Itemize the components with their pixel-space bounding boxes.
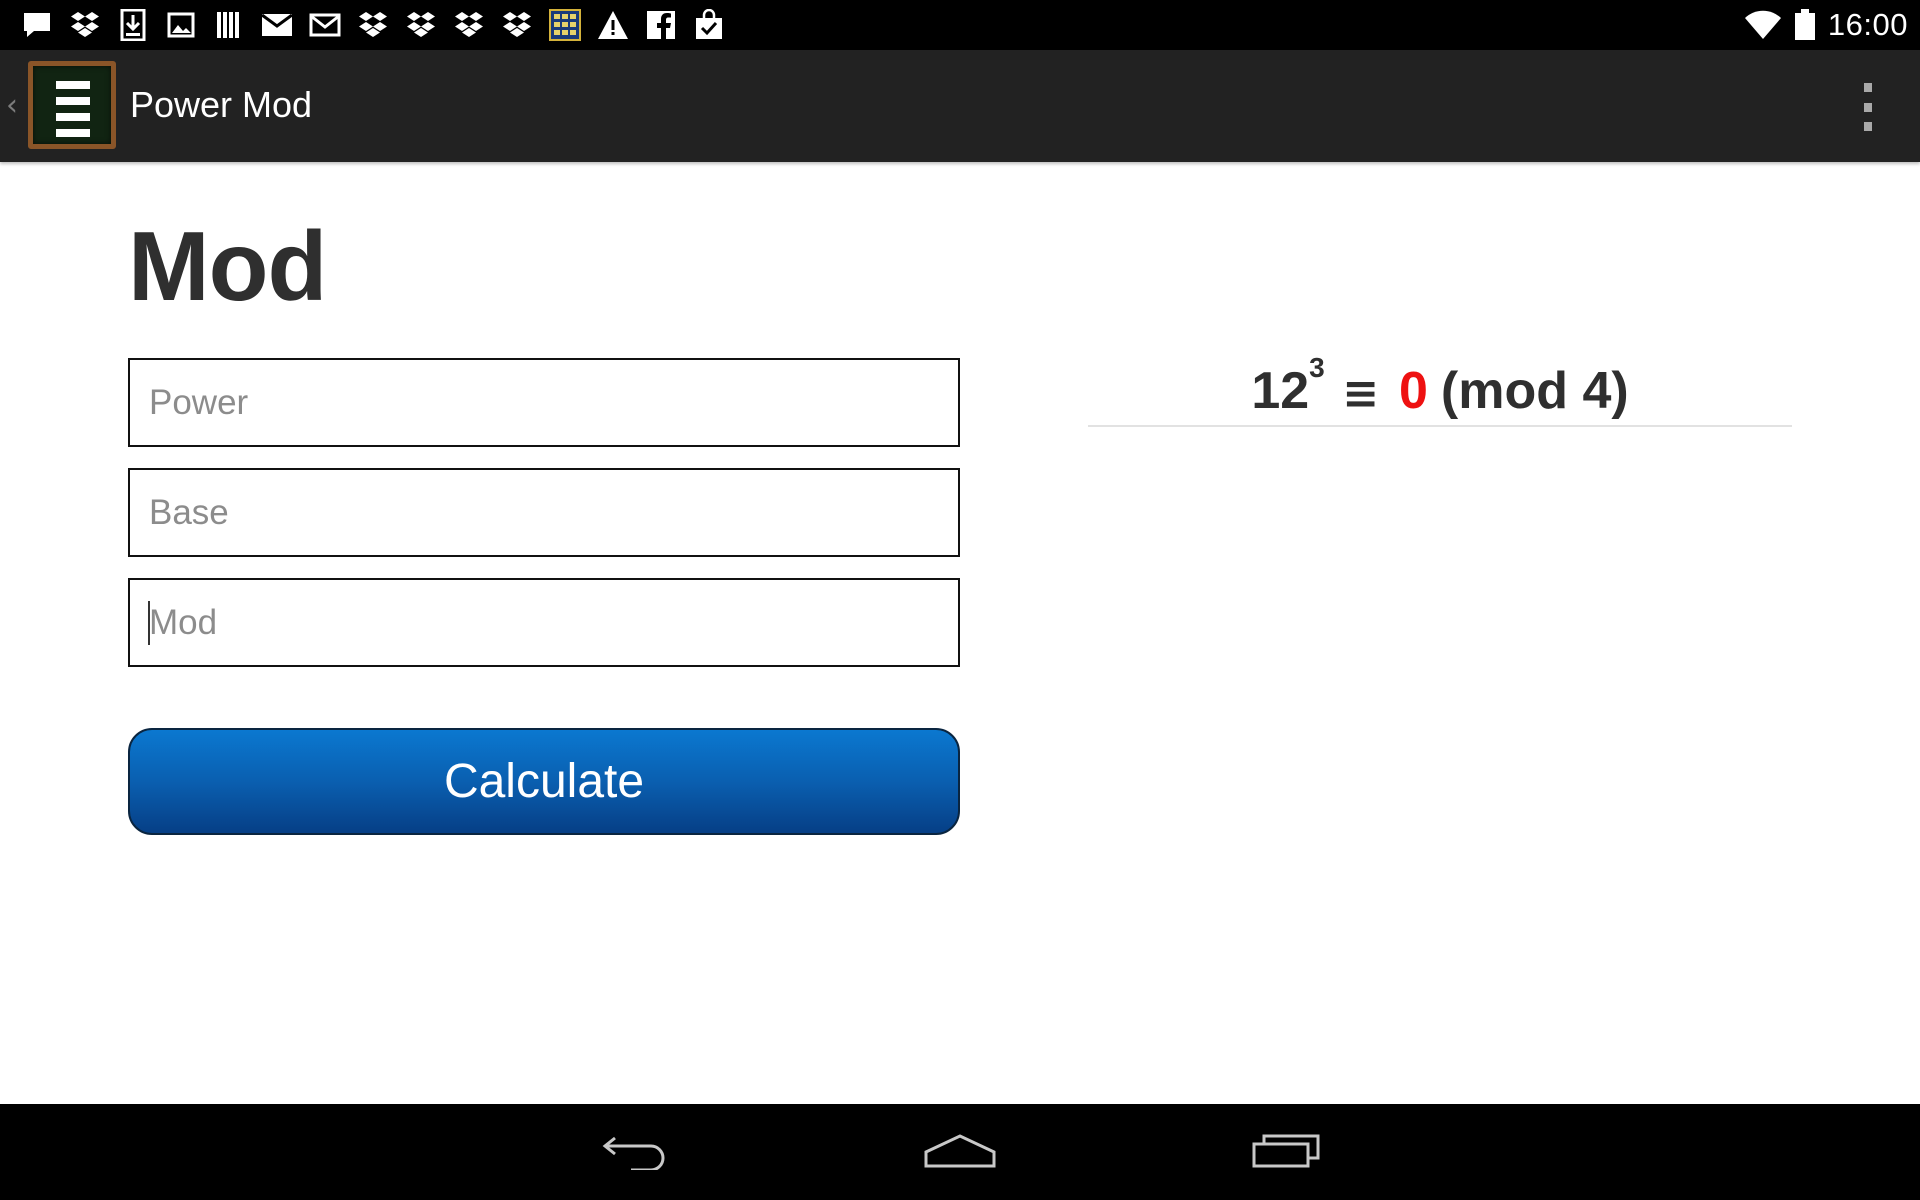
facebook-icon [644,9,678,41]
notification-icons [20,9,740,41]
power-input[interactable] [128,358,960,447]
library-icon [212,9,246,41]
up-caret-icon[interactable]: ‹ [6,88,18,124]
clock: 16:00 [1827,7,1908,42]
result-exponent: 3 [1309,352,1325,383]
mail-icon [260,9,294,41]
page-title: Mod [128,211,327,321]
base-input[interactable] [128,468,960,557]
app-grid-icon [548,9,582,41]
navigation-bar [0,1104,1920,1200]
status-bar: 16:00 [0,0,1920,50]
text-cursor [148,601,150,645]
home-icon [922,1130,998,1175]
battery-icon [1794,9,1816,41]
back-button[interactable] [588,1124,684,1180]
calculate-button[interactable]: Calculate [128,728,960,835]
result-divider [1088,425,1792,427]
app-logo-icon[interactable] [28,61,116,149]
mod-input[interactable] [128,578,960,667]
congruence-symbol: ≡ [1342,368,1380,419]
result-remainder: 0 [1399,362,1428,420]
image-icon [164,9,198,41]
result-expression: 123 ≡ 0 (mod 4) [1088,354,1792,425]
back-icon [601,1130,671,1175]
home-button[interactable] [912,1124,1008,1180]
shopping-bag-icon [692,9,726,41]
recent-apps-icon [1251,1130,1321,1175]
gmail-icon [308,9,342,41]
dropbox-icon [500,9,534,41]
dropbox-icon [356,9,390,41]
download-icon [116,9,150,41]
app-title: Power Mod [130,84,313,125]
dropbox-icon [404,9,438,41]
result-base: 12 [1251,362,1310,420]
warning-icon [596,9,630,41]
wifi-icon [1744,10,1782,40]
dropbox-icon [452,9,486,41]
status-system-area: 16:00 [1744,0,1908,50]
chat-bubble-icon [20,9,54,41]
dropbox-icon [68,9,102,41]
result-modulus: (mod 4) [1440,362,1629,420]
recent-apps-button[interactable] [1238,1124,1334,1180]
action-bar: ‹ Power Mod [0,50,1920,162]
overflow-menu-icon[interactable] [1856,83,1880,131]
